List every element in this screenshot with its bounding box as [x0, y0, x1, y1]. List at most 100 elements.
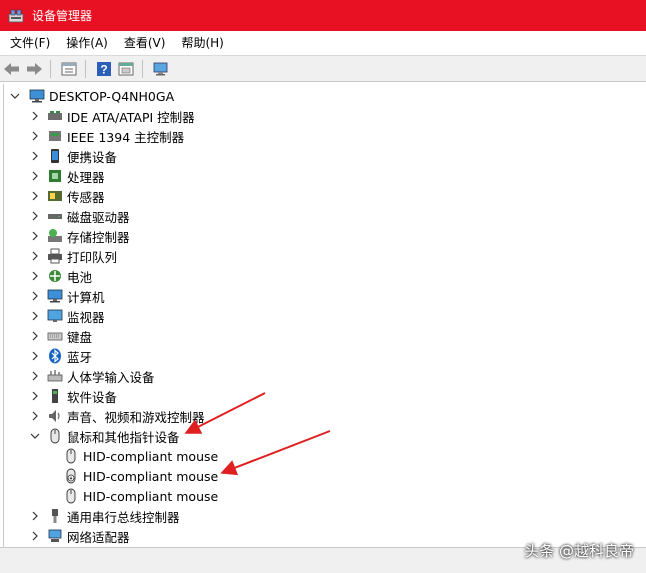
- category-portable[interactable]: 便携设备: [27, 146, 117, 166]
- device-manager-icon: [8, 9, 24, 22]
- device-hid-mouse-1[interactable]: HID-compliant mouse: [63, 446, 218, 466]
- scan-hardware-button[interactable]: [151, 59, 171, 79]
- help-button[interactable]: ?: [94, 59, 114, 79]
- computer-name: DESKTOP-Q4NH0GA: [49, 88, 175, 104]
- device-hid-mouse-2[interactable]: HID-compliant mouse: [63, 466, 218, 486]
- back-button[interactable]: [2, 59, 22, 79]
- usb-icon: [47, 508, 63, 524]
- chevron-right-icon[interactable]: [27, 266, 43, 286]
- category-label: 电池: [67, 269, 93, 285]
- network-adapter-icon: [47, 528, 63, 544]
- mouse-warning-icon: [63, 468, 79, 484]
- chevron-right-icon[interactable]: [27, 406, 43, 426]
- printer-icon: [47, 248, 63, 264]
- properties-icon: [61, 62, 77, 75]
- category-print-queue[interactable]: 打印队列: [27, 246, 117, 266]
- chevron-down-icon[interactable]: [27, 426, 43, 446]
- category-hid[interactable]: 人体学输入设备: [27, 366, 155, 386]
- chevron-right-icon[interactable]: [27, 286, 43, 306]
- category-monitor[interactable]: 监视器: [27, 306, 105, 326]
- portable-device-icon: [47, 148, 63, 164]
- device-hid-mouse-3[interactable]: HID-compliant mouse: [63, 486, 218, 506]
- tree-root[interactable]: DESKTOP-Q4NH0GA: [7, 86, 174, 106]
- category-label: 传感器: [67, 189, 105, 205]
- category-ieee1394[interactable]: IEEE 1394 主控制器: [27, 126, 184, 146]
- chevron-right-icon[interactable]: [27, 106, 43, 126]
- bluetooth-icon: [47, 348, 63, 364]
- chevron-right-icon[interactable]: [27, 146, 43, 166]
- chevron-down-icon[interactable]: [7, 86, 23, 106]
- menu-view[interactable]: 查看(V): [116, 31, 174, 55]
- watermark: 头条 @越科良帝: [524, 542, 634, 560]
- forward-button[interactable]: [24, 59, 44, 79]
- category-label: IDE ATA/ATAPI 控制器: [67, 109, 195, 125]
- category-storage[interactable]: 存储控制器: [27, 226, 130, 246]
- toolbar-separator: [142, 59, 143, 78]
- category-processor[interactable]: 处理器: [27, 166, 105, 186]
- help-icon: ?: [97, 61, 111, 76]
- chevron-right-icon[interactable]: [27, 386, 43, 406]
- category-label: 便携设备: [67, 149, 118, 165]
- title-bar: 设备管理器: [0, 0, 646, 31]
- category-label: 网络适配器: [67, 529, 130, 545]
- toolbar: ?: [0, 55, 646, 82]
- chevron-right-icon[interactable]: [27, 166, 43, 186]
- chevron-right-icon[interactable]: [27, 526, 43, 546]
- category-network[interactable]: 网络适配器: [27, 526, 130, 546]
- category-label: 键盘: [67, 329, 93, 345]
- category-sound[interactable]: 声音、视频和游戏控制器: [27, 406, 205, 426]
- sound-icon: [47, 408, 63, 424]
- properties-button[interactable]: [59, 59, 79, 79]
- category-label: 蓝牙: [67, 349, 93, 365]
- chevron-right-icon[interactable]: [27, 126, 43, 146]
- chevron-right-icon[interactable]: [27, 366, 43, 386]
- device-label: HID-compliant mouse: [83, 468, 219, 484]
- update-driver-button[interactable]: [116, 59, 136, 79]
- category-software-device[interactable]: 软件设备: [27, 386, 117, 406]
- chevron-right-icon[interactable]: [27, 206, 43, 226]
- category-ide[interactable]: IDE ATA/ATAPI 控制器: [27, 106, 195, 126]
- category-battery[interactable]: 电池: [27, 266, 92, 286]
- back-icon: [4, 62, 19, 75]
- category-label: 监视器: [67, 309, 105, 325]
- chevron-right-icon[interactable]: [27, 186, 43, 206]
- menu-file[interactable]: 文件(F): [0, 31, 58, 55]
- category-usb[interactable]: 通用串行总线控制器: [27, 506, 180, 526]
- category-label: 鼠标和其他指针设备: [67, 429, 180, 445]
- category-label: 通用串行总线控制器: [67, 509, 180, 525]
- sensor-icon: [47, 188, 63, 204]
- category-sensor[interactable]: 传感器: [27, 186, 105, 206]
- toolbar-separator: [85, 59, 86, 78]
- mouse-icon: [63, 488, 79, 504]
- menu-help[interactable]: 帮助(H): [173, 31, 231, 55]
- update-driver-icon: [118, 62, 134, 75]
- chevron-right-icon[interactable]: [27, 506, 43, 526]
- menu-bar: 文件(F) 操作(A) 查看(V) 帮助(H): [0, 31, 646, 55]
- category-disk[interactable]: 磁盘驱动器: [27, 206, 130, 226]
- processor-icon: [47, 168, 63, 184]
- chevron-right-icon[interactable]: [27, 346, 43, 366]
- category-computer[interactable]: 计算机: [27, 286, 105, 306]
- category-label: 打印队列: [67, 249, 118, 265]
- chevron-right-icon[interactable]: [27, 226, 43, 246]
- menu-action[interactable]: 操作(A): [58, 31, 116, 55]
- hid-icon: [47, 368, 63, 384]
- window-title: 设备管理器: [32, 9, 93, 23]
- category-label: 声音、视频和游戏控制器: [67, 409, 205, 425]
- software-device-icon: [47, 388, 63, 404]
- mouse-icon: [63, 448, 79, 464]
- category-mouse[interactable]: 鼠标和其他指针设备: [27, 426, 180, 446]
- category-label: IEEE 1394 主控制器: [67, 129, 185, 145]
- chevron-right-icon[interactable]: [27, 246, 43, 266]
- battery-icon: [47, 268, 63, 284]
- category-label: 磁盘驱动器: [67, 209, 130, 225]
- chevron-right-icon[interactable]: [27, 306, 43, 326]
- forward-icon: [27, 62, 42, 75]
- toolbar-separator: [50, 59, 51, 78]
- category-label: 软件设备: [67, 389, 118, 405]
- category-label: 人体学输入设备: [67, 369, 155, 385]
- category-keyboard[interactable]: 键盘: [27, 326, 92, 346]
- chevron-right-icon[interactable]: [27, 326, 43, 346]
- scan-hardware-icon: [153, 62, 168, 75]
- category-bluetooth[interactable]: 蓝牙: [27, 346, 92, 366]
